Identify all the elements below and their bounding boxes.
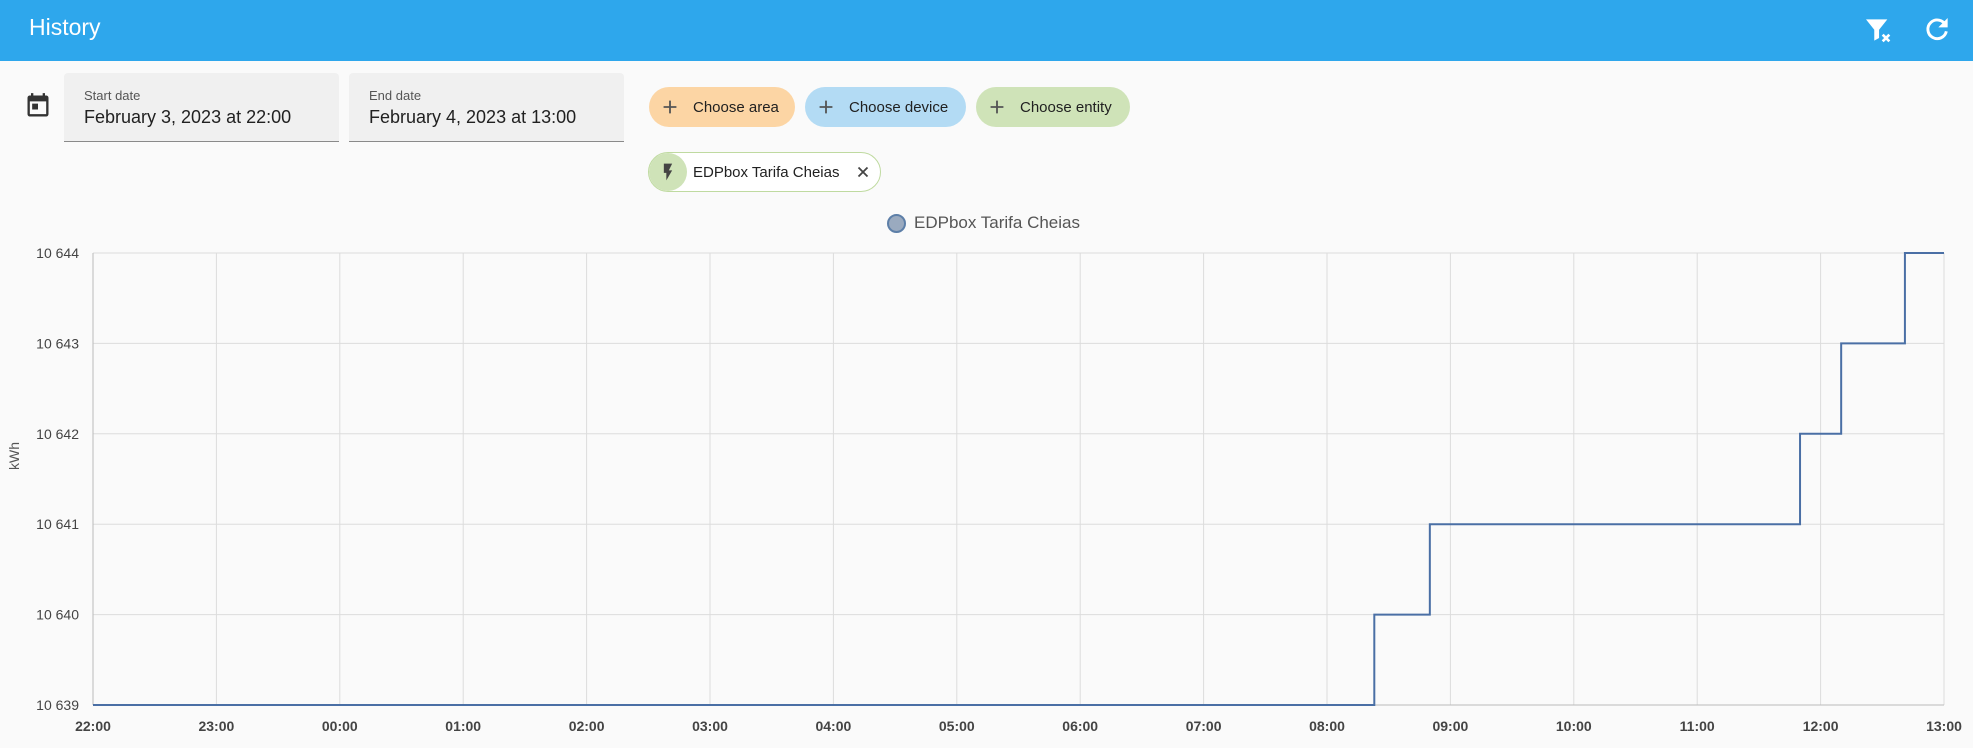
x-tick-label: 23:00 xyxy=(198,718,234,734)
y-tick-label: 10 644 xyxy=(36,245,79,261)
x-tick-label: 09:00 xyxy=(1432,718,1468,734)
filter-remove-icon[interactable] xyxy=(1862,14,1894,46)
choose-entity-button[interactable]: Choose entity xyxy=(976,87,1130,127)
x-tick-label: 03:00 xyxy=(692,718,728,734)
y-tick-label: 10 641 xyxy=(36,516,79,532)
choose-device-button[interactable]: Choose device xyxy=(805,87,966,127)
x-tick-label: 06:00 xyxy=(1062,718,1098,734)
plus-icon xyxy=(819,100,833,114)
series-line xyxy=(93,252,1944,706)
end-date-field[interactable]: End date February 4, 2023 at 13:00 xyxy=(349,73,624,142)
page-title: History xyxy=(29,14,101,40)
x-tick-label: 02:00 xyxy=(569,718,605,734)
choose-area-button[interactable]: Choose area xyxy=(649,87,795,127)
calendar-icon[interactable] xyxy=(24,92,52,120)
choose-entity-label: Choose entity xyxy=(1020,98,1112,116)
start-date-label: Start date xyxy=(84,88,141,103)
y-tick-label: 10 640 xyxy=(36,607,79,623)
legend-dot xyxy=(887,213,906,233)
start-date-field[interactable]: Start date February 3, 2023 at 22:00 xyxy=(64,73,339,142)
end-date-label: End date xyxy=(369,88,422,103)
plus-icon xyxy=(663,100,677,114)
x-tick-label: 05:00 xyxy=(939,718,975,734)
legend-label: EDPbox Tarifa Cheias xyxy=(914,213,1080,232)
plus-icon xyxy=(990,100,1004,114)
flash-icon xyxy=(649,153,687,191)
x-tick-label: 12:00 xyxy=(1803,718,1839,734)
x-tick-label: 11:00 xyxy=(1680,718,1715,734)
refresh-icon[interactable] xyxy=(1921,14,1953,46)
y-tick-label: 10 642 xyxy=(36,426,79,442)
choose-device-label: Choose device xyxy=(849,98,949,116)
y-tick-label: 10 639 xyxy=(36,697,79,713)
x-tick-label: 07:00 xyxy=(1186,718,1222,734)
x-tick-label: 22:00 xyxy=(75,718,111,734)
choose-area-label: Choose area xyxy=(693,98,779,116)
y-axis-label: kWh xyxy=(6,442,22,470)
x-tick-label: 01:00 xyxy=(445,718,481,734)
x-tick-label: 13:00 xyxy=(1926,718,1962,734)
selected-entity-name: EDPbox Tarifa Cheias xyxy=(693,163,840,181)
x-tick-label: 04:00 xyxy=(815,718,851,734)
app-header: History xyxy=(0,0,1973,61)
x-tick-label: 10:00 xyxy=(1556,718,1592,734)
y-tick-label: 10 643 xyxy=(36,335,79,351)
selected-entity-chip[interactable]: EDPbox Tarifa Cheias xyxy=(648,152,881,192)
end-date-value: February 4, 2023 at 13:00 xyxy=(369,107,577,127)
chart-legend[interactable]: EDPbox Tarifa Cheias xyxy=(887,213,1080,233)
x-tick-label: 08:00 xyxy=(1309,718,1345,734)
start-date-value: February 3, 2023 at 22:00 xyxy=(84,107,292,127)
close-icon[interactable] xyxy=(854,163,872,181)
x-tick-label: 00:00 xyxy=(322,718,358,734)
